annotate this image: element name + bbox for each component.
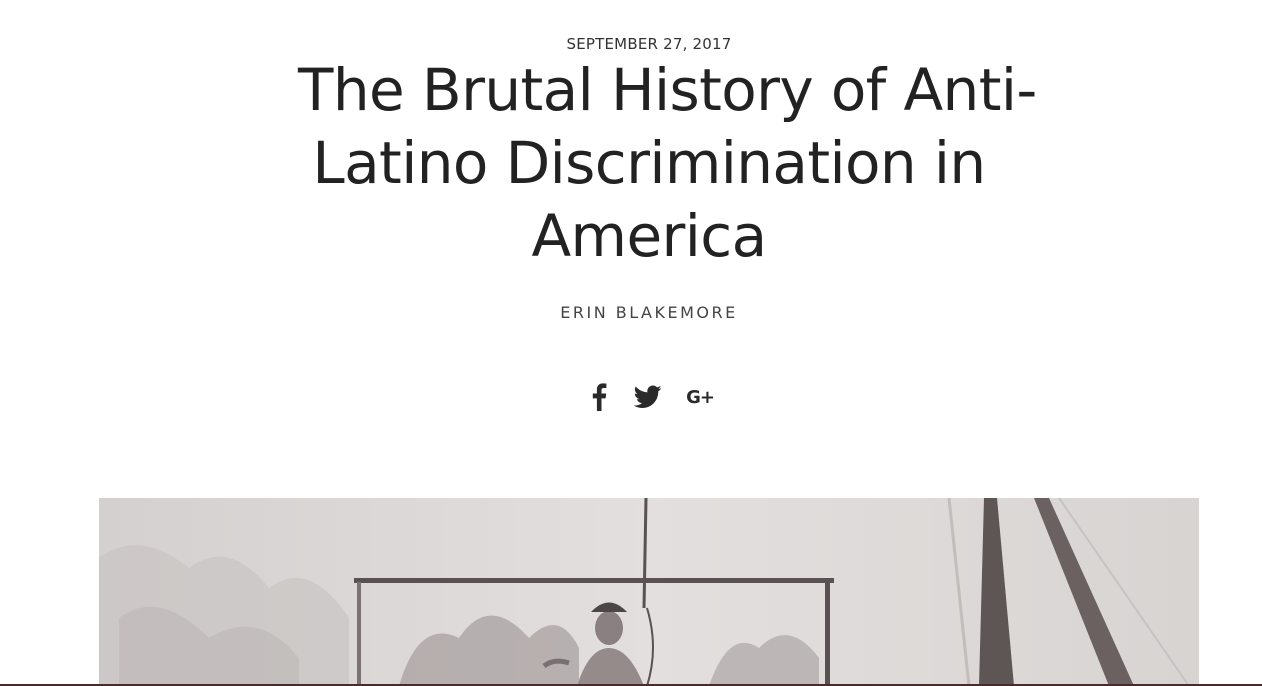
facebook-share-button[interactable] bbox=[582, 380, 616, 414]
title-line-3: America bbox=[531, 202, 767, 270]
title-line-2: Latino Discrimination in bbox=[312, 129, 986, 197]
title-line-1: The Brutal History of Anti- bbox=[298, 56, 1037, 124]
article-date: SEPTEMBER 27, 2017 bbox=[566, 35, 732, 53]
hero-image bbox=[99, 498, 1199, 686]
google-plus-share-button[interactable]: G+ bbox=[683, 380, 717, 414]
article-page: SEPTEMBER 27, 2017 The Brutal History of… bbox=[0, 0, 1262, 686]
illustration-image bbox=[99, 498, 1199, 686]
share-bar: G+ bbox=[582, 380, 722, 416]
twitter-icon bbox=[634, 385, 662, 408]
twitter-share-button[interactable] bbox=[631, 380, 665, 414]
author-byline[interactable]: ERIN BLAKEMORE bbox=[0, 303, 1262, 322]
facebook-icon bbox=[592, 383, 607, 411]
google-plus-icon: G+ bbox=[686, 386, 715, 408]
article-title: The Brutal History of Anti- Latino Discr… bbox=[298, 54, 1037, 273]
